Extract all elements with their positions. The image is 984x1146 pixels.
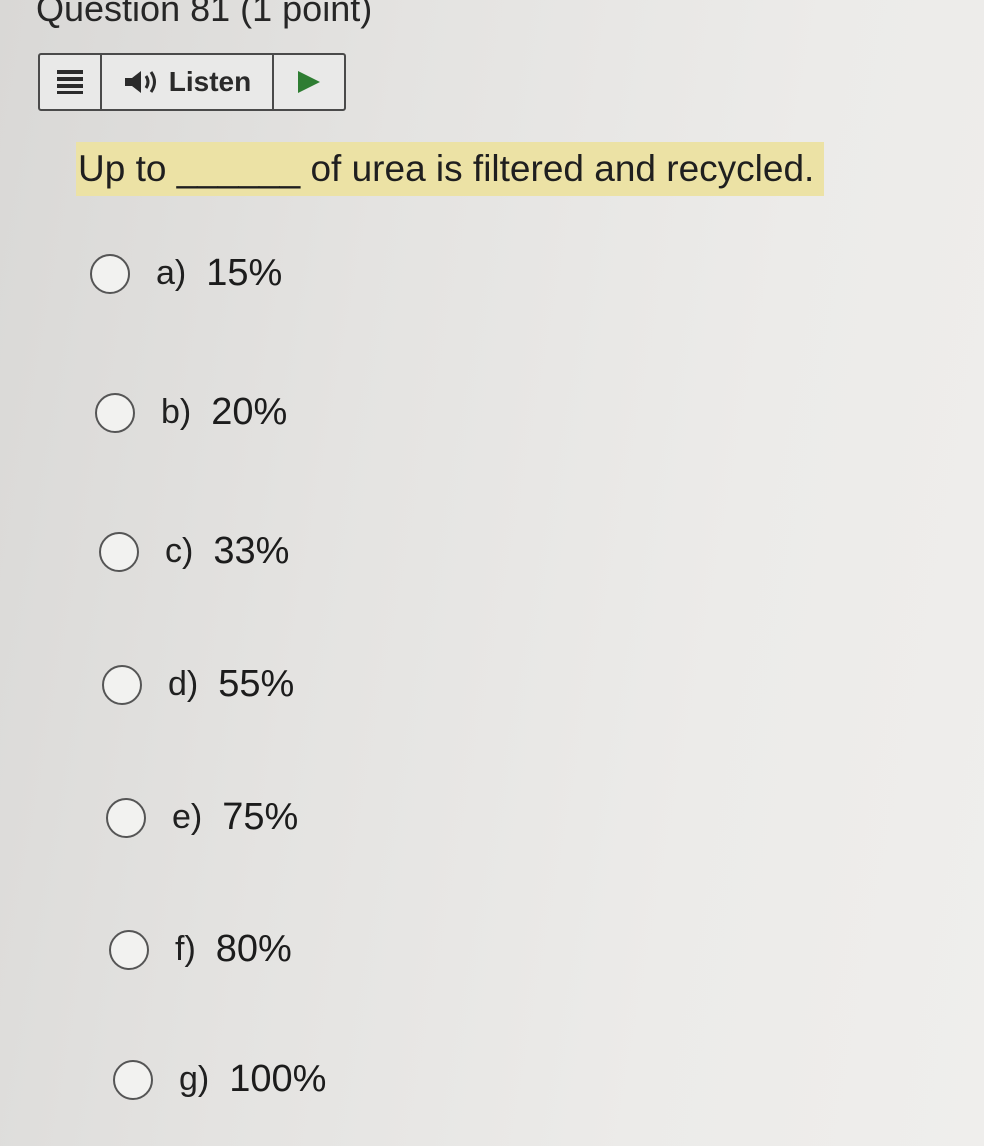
choice-value: 100% bbox=[229, 1058, 327, 1100]
menu-lines-icon bbox=[57, 70, 83, 94]
radio-button-a[interactable] bbox=[90, 253, 130, 294]
radio-button-g[interactable] bbox=[113, 1059, 153, 1100]
speaker-icon bbox=[124, 71, 156, 93]
radio-button-e[interactable] bbox=[106, 797, 146, 838]
listen-toolbar: Listen bbox=[38, 53, 346, 111]
choice-f[interactable]: f) 80% bbox=[109, 928, 292, 971]
choice-letter: e) bbox=[172, 798, 203, 836]
choice-letter: a) bbox=[156, 254, 187, 292]
choice-value: 20% bbox=[211, 391, 288, 433]
choice-b[interactable]: b) 20% bbox=[95, 391, 287, 434]
radio-button-d[interactable] bbox=[102, 664, 142, 705]
choice-g[interactable]: g) 100% bbox=[113, 1058, 326, 1101]
choice-value: 33% bbox=[213, 530, 290, 572]
choice-letter: g) bbox=[179, 1060, 210, 1098]
quiz-page: { "question": { "title": "Question 81 (1… bbox=[0, 0, 984, 1146]
choice-d[interactable]: d) 55% bbox=[102, 663, 294, 706]
choice-letter: c) bbox=[165, 532, 194, 570]
question-title: Question 81 (1 point) bbox=[36, 0, 373, 29]
choice-letter: f) bbox=[175, 930, 196, 968]
choice-letter: d) bbox=[168, 665, 199, 703]
choice-value: 55% bbox=[218, 663, 295, 705]
choice-value: 80% bbox=[215, 928, 292, 970]
choice-a[interactable]: a) 15% bbox=[90, 252, 282, 295]
play-button[interactable] bbox=[274, 55, 344, 109]
choice-letter: b) bbox=[161, 393, 192, 431]
play-icon bbox=[298, 71, 320, 93]
choice-value: 75% bbox=[222, 796, 299, 838]
radio-button-f[interactable] bbox=[109, 929, 149, 970]
choice-c[interactable]: c) 33% bbox=[99, 530, 289, 573]
radio-button-c[interactable] bbox=[99, 531, 139, 572]
choice-e[interactable]: e) 75% bbox=[106, 796, 298, 839]
menu-button[interactable] bbox=[40, 55, 102, 109]
question-text: Up to ______ of urea is filtered and rec… bbox=[76, 142, 825, 196]
listen-label: Listen bbox=[168, 66, 252, 97]
choice-value: 15% bbox=[206, 252, 283, 294]
listen-button[interactable]: Listen bbox=[102, 55, 274, 109]
radio-button-b[interactable] bbox=[95, 392, 135, 433]
